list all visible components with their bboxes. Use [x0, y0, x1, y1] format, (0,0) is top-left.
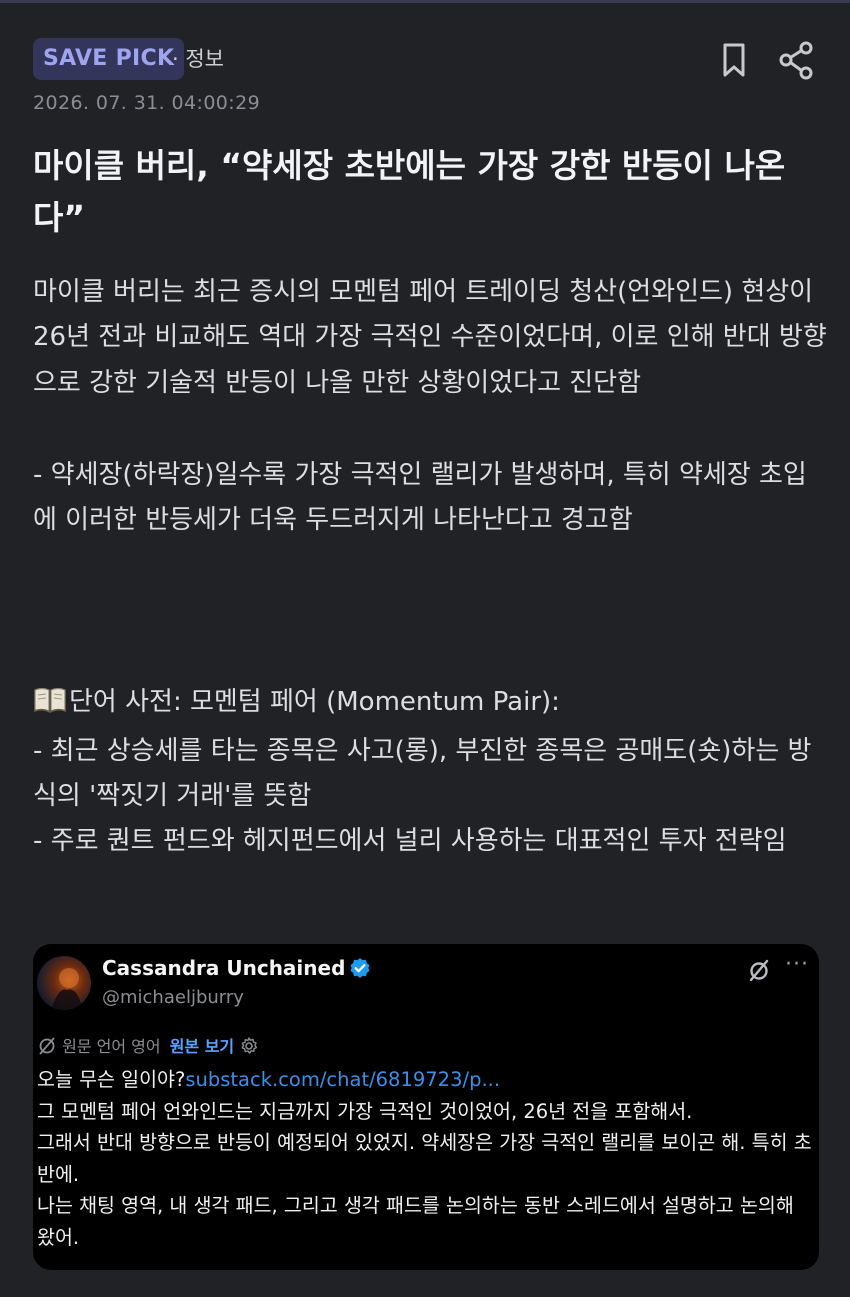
share-icon[interactable]: [777, 40, 817, 80]
glossary-item: - 주로 퀀트 펀드와 헤지펀드에서 널리 사용하는 대표적인 투자 전략임: [33, 826, 787, 857]
embedded-tweet[interactable]: Cassandra Unchained @michaeljburry ··· 원…: [33, 944, 819, 1270]
translate-icon: [37, 1037, 57, 1056]
more-options-icon[interactable]: ···: [785, 952, 809, 977]
category-label[interactable]: · 정보: [172, 44, 224, 74]
tweet-handle[interactable]: @michaeljburry: [102, 987, 244, 1008]
tweet-line: 나는 채팅 영역, 내 생각 패드, 그리고 생각 패드를 논의하는 동반 스레…: [37, 1194, 794, 1249]
verified-icon: [349, 957, 371, 984]
hide-icon[interactable]: [747, 958, 771, 986]
view-original-link[interactable]: 원본 보기: [170, 1037, 234, 1056]
body-paragraph: 마이클 버리는 최근 증시의 모멘텀 페어 트레이딩 청산(언와인드) 현상이 …: [33, 277, 827, 398]
post-header: SAVE PICK · 정보: [33, 38, 817, 82]
post-date: 2026. 07. 31. 04:00:29: [33, 92, 261, 114]
glossary-item: - 최근 상승세를 타는 종목은 사고(롱), 부진한 종목은 공매도(숏)하는…: [33, 735, 812, 812]
tweet-link[interactable]: substack.com/chat/6819723/p...: [185, 1068, 500, 1091]
tweet-body: 오늘 무슨 일이야?substack.com/chat/6819723/p...…: [37, 1064, 815, 1253]
tweet-line: 그 모멘텀 페어 언와인드는 지금까지 가장 극적인 것이었어, 26년 전을 …: [37, 1099, 693, 1123]
tweet-line: 그래서 반대 방향으로 반등이 예정되어 있었지. 약세장은 가장 극적인 랠리…: [37, 1131, 812, 1186]
post-title: 마이클 버리, “약세장 초반에는 가장 강한 반등이 나온다”: [33, 146, 786, 237]
save-pick-badge[interactable]: SAVE PICK: [33, 38, 185, 80]
tweet-line: 오늘 무슨 일이야?substack.com/chat/6819723/p...: [37, 1068, 501, 1091]
body-paragraph: - 약세장(하락장)일수록 가장 극적인 랠리가 발생하며, 특히 약세장 초입…: [33, 459, 807, 536]
tweet-author-name[interactable]: Cassandra Unchained: [102, 956, 371, 984]
bookmark-icon[interactable]: [715, 40, 755, 80]
translate-label: 원문 언어 영어: [62, 1037, 161, 1056]
glossary-title: 단어 사전: 모멘텀 페어 (Momentum Pair):: [69, 687, 560, 718]
settings-icon[interactable]: [239, 1037, 259, 1056]
post-body: 마이클 버리는 최근 증시의 모멘텀 페어 트레이딩 청산(언와인드) 현상이 …: [33, 270, 828, 865]
book-icon: [33, 683, 67, 728]
translation-notice: 원문 언어 영어 원본 보기: [37, 1036, 259, 1058]
glossary-title-line: 단어 사전: 모멘텀 페어 (Momentum Pair):: [33, 680, 828, 728]
avatar[interactable]: [37, 956, 91, 1010]
top-border: [0, 0, 850, 3]
